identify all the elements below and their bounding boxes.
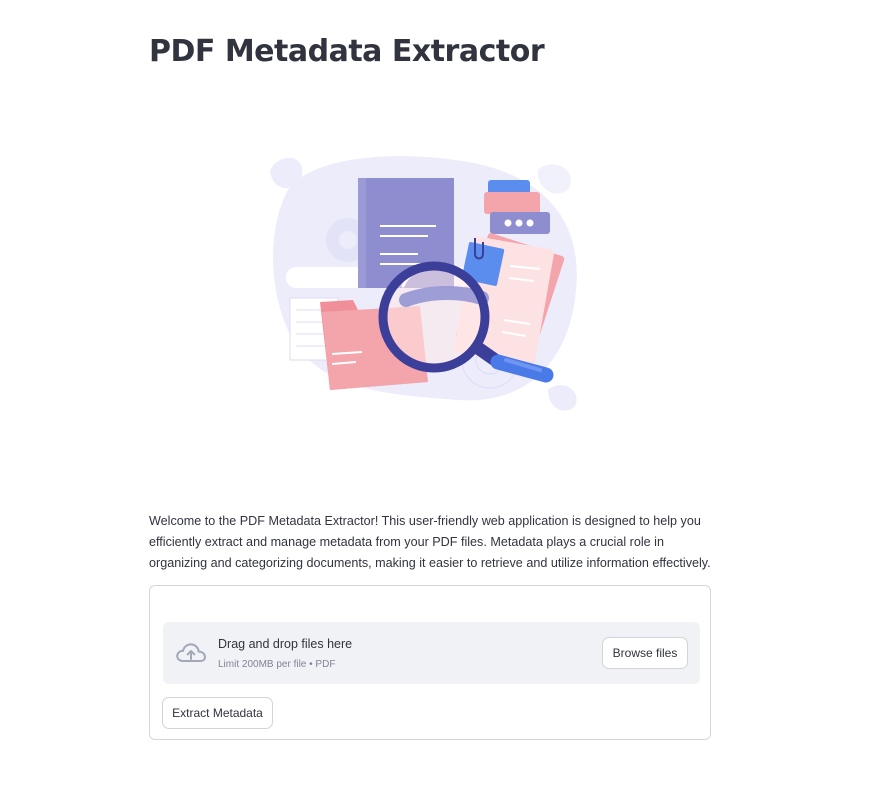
page-title: PDF Metadata Extractor bbox=[149, 34, 545, 69]
extract-metadata-button[interactable]: Extract Metadata bbox=[162, 697, 273, 729]
document-search-illustration bbox=[270, 156, 577, 411]
dropzone-label: Drag and drop files here bbox=[218, 637, 353, 651]
file-uploader-card: Drag and drop files here Limit 200MB per… bbox=[149, 585, 711, 740]
dropzone-limit: Limit 200MB per file • PDF bbox=[218, 659, 336, 670]
browse-files-button[interactable]: Browse files bbox=[602, 637, 688, 669]
intro-paragraph: Welcome to the PDF Metadata Extractor! T… bbox=[149, 514, 711, 570]
page: PDF Metadata Extractor Welcome to the PD… bbox=[0, 0, 869, 790]
cloud-upload-icon bbox=[176, 643, 206, 662]
file-dropzone[interactable]: Drag and drop files here Limit 200MB per… bbox=[163, 622, 700, 684]
